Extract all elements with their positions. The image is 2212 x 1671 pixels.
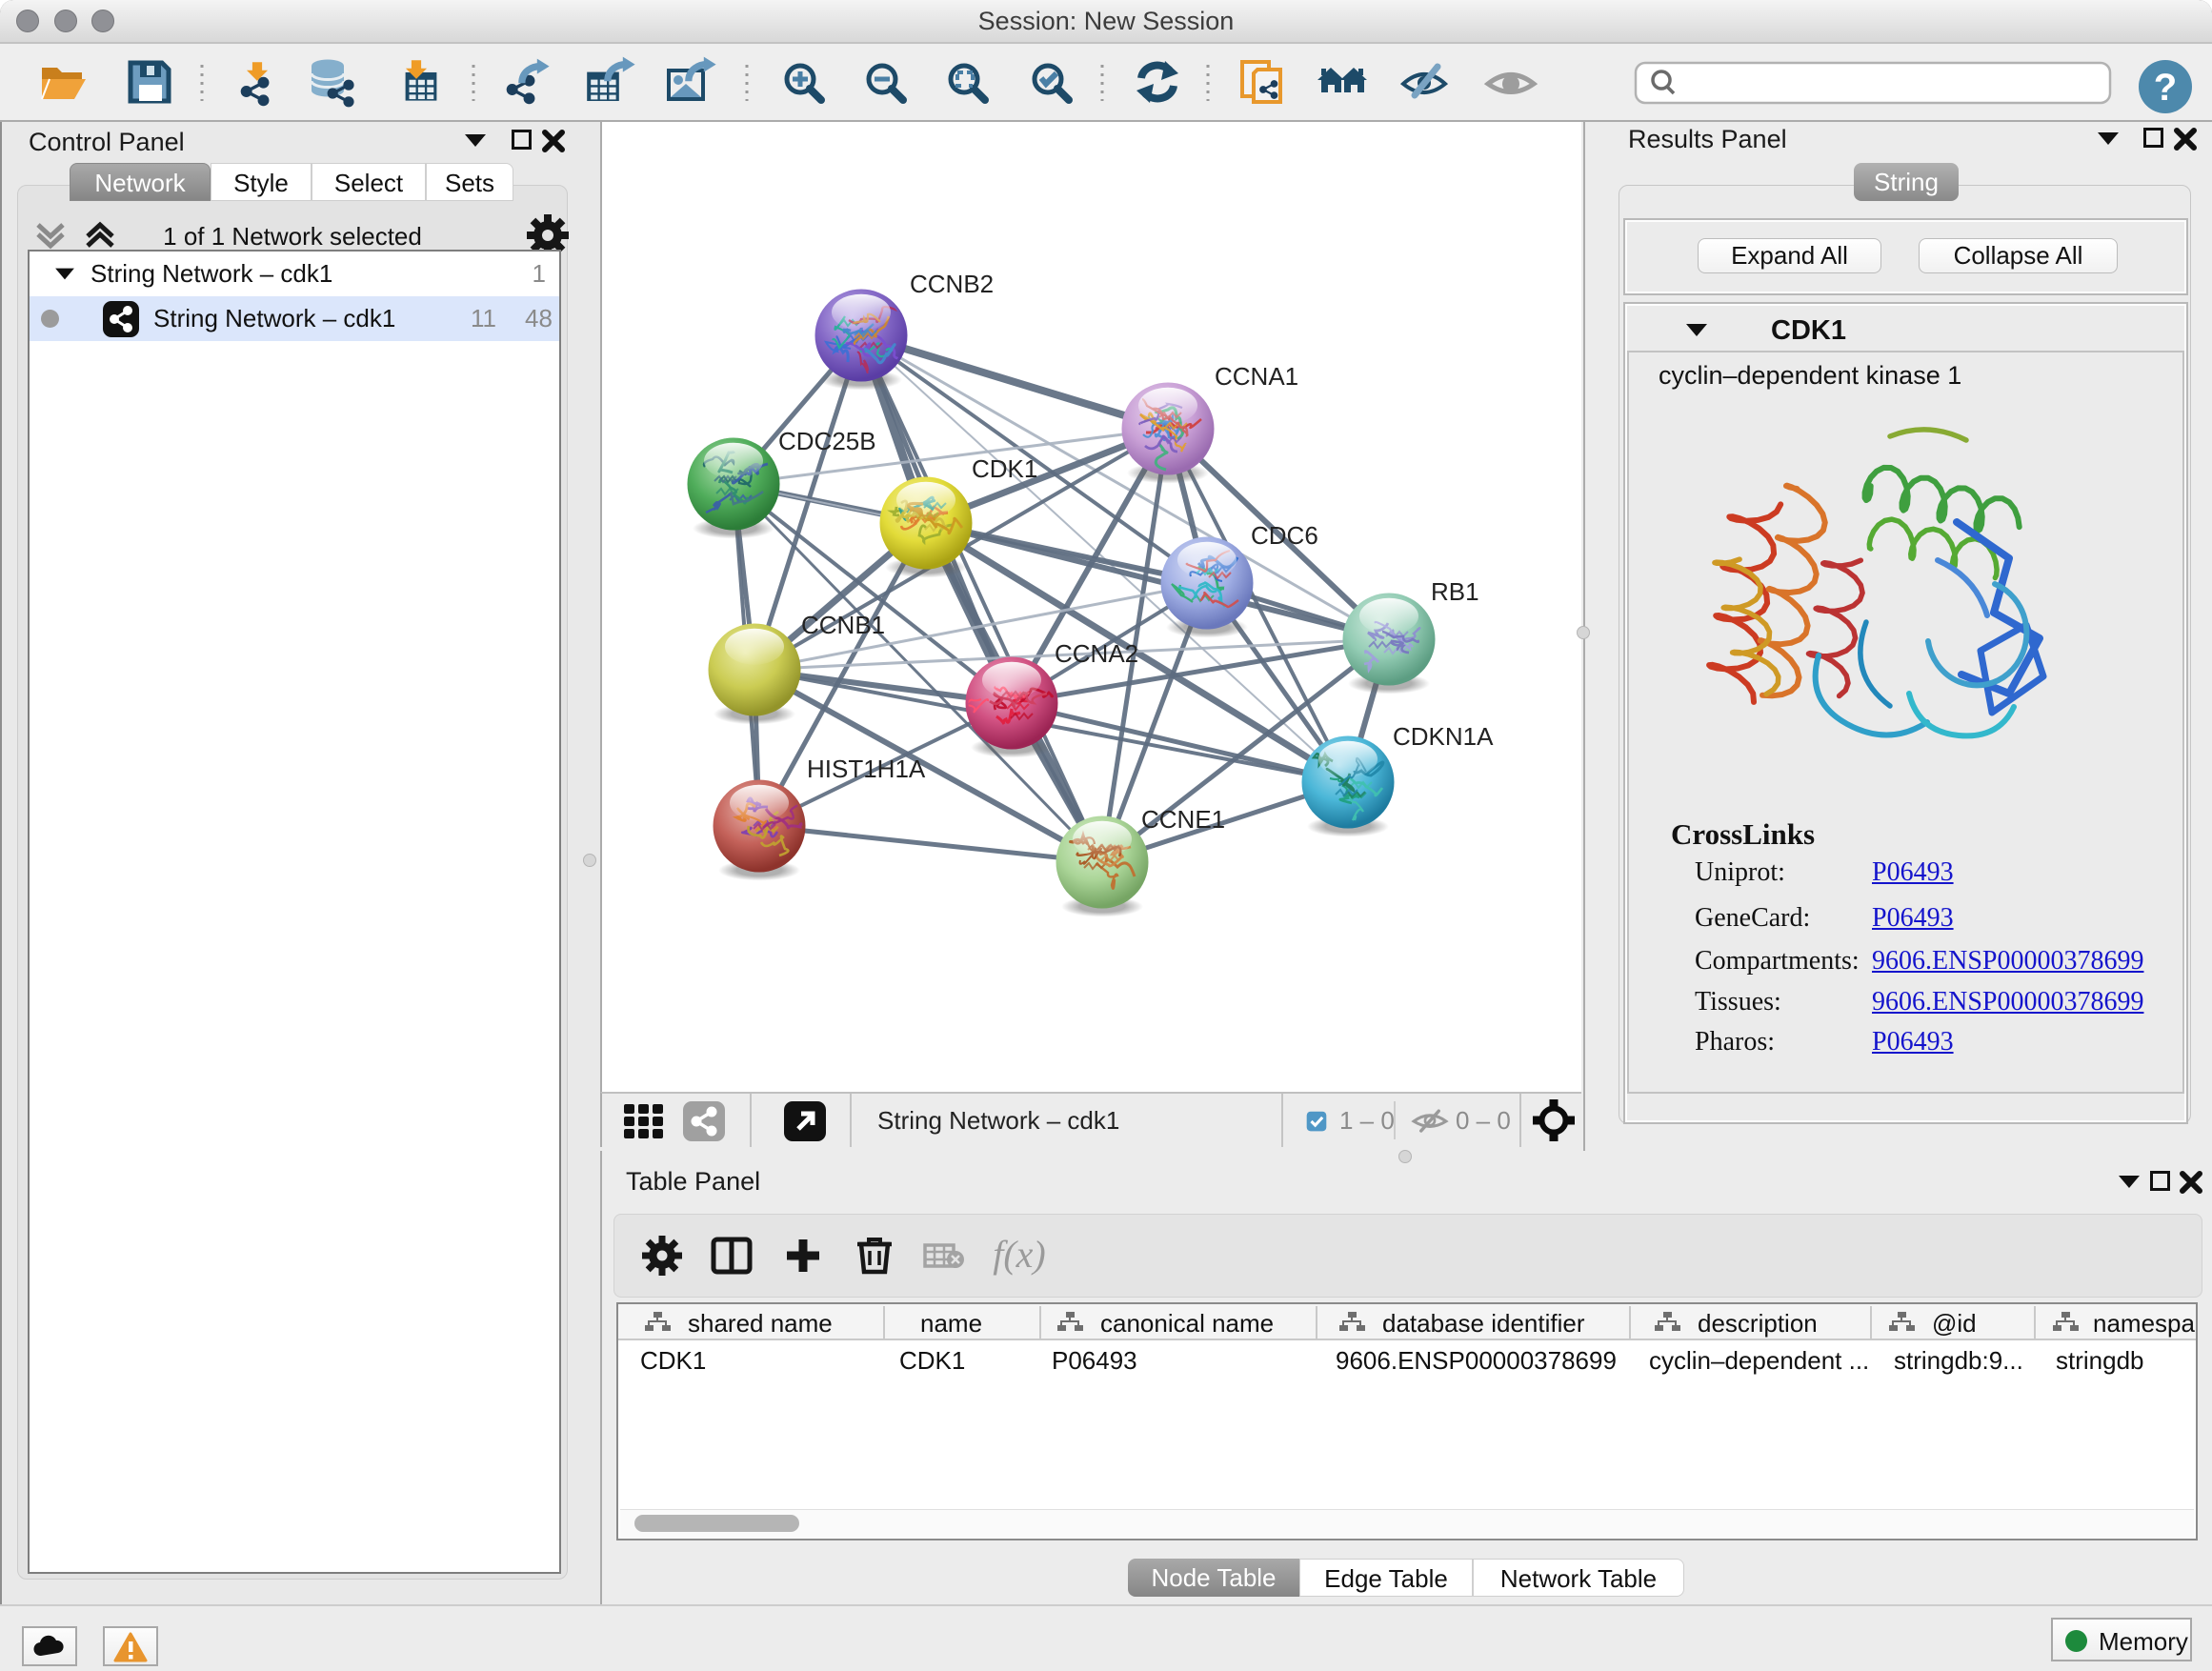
svg-text:HIST1H1A: HIST1H1A (807, 755, 926, 783)
svg-text:CCNA2: CCNA2 (1055, 639, 1138, 668)
svg-text:CCNB2: CCNB2 (910, 270, 994, 298)
svg-text:CCNB1: CCNB1 (801, 611, 885, 639)
svg-text:CCNE1: CCNE1 (1141, 805, 1225, 834)
svg-text:RB1: RB1 (1431, 577, 1479, 606)
svg-text:CDC25B: CDC25B (778, 427, 876, 455)
svg-text:?: ? (2154, 67, 2177, 109)
svg-text:CDK1: CDK1 (972, 454, 1037, 483)
svg-text:CCNA1: CCNA1 (1215, 362, 1298, 391)
svg-text:CDKN1A: CDKN1A (1393, 722, 1494, 751)
svg-text:CDC6: CDC6 (1251, 521, 1318, 550)
svg-text:f(x): f(x) (993, 1233, 1046, 1276)
